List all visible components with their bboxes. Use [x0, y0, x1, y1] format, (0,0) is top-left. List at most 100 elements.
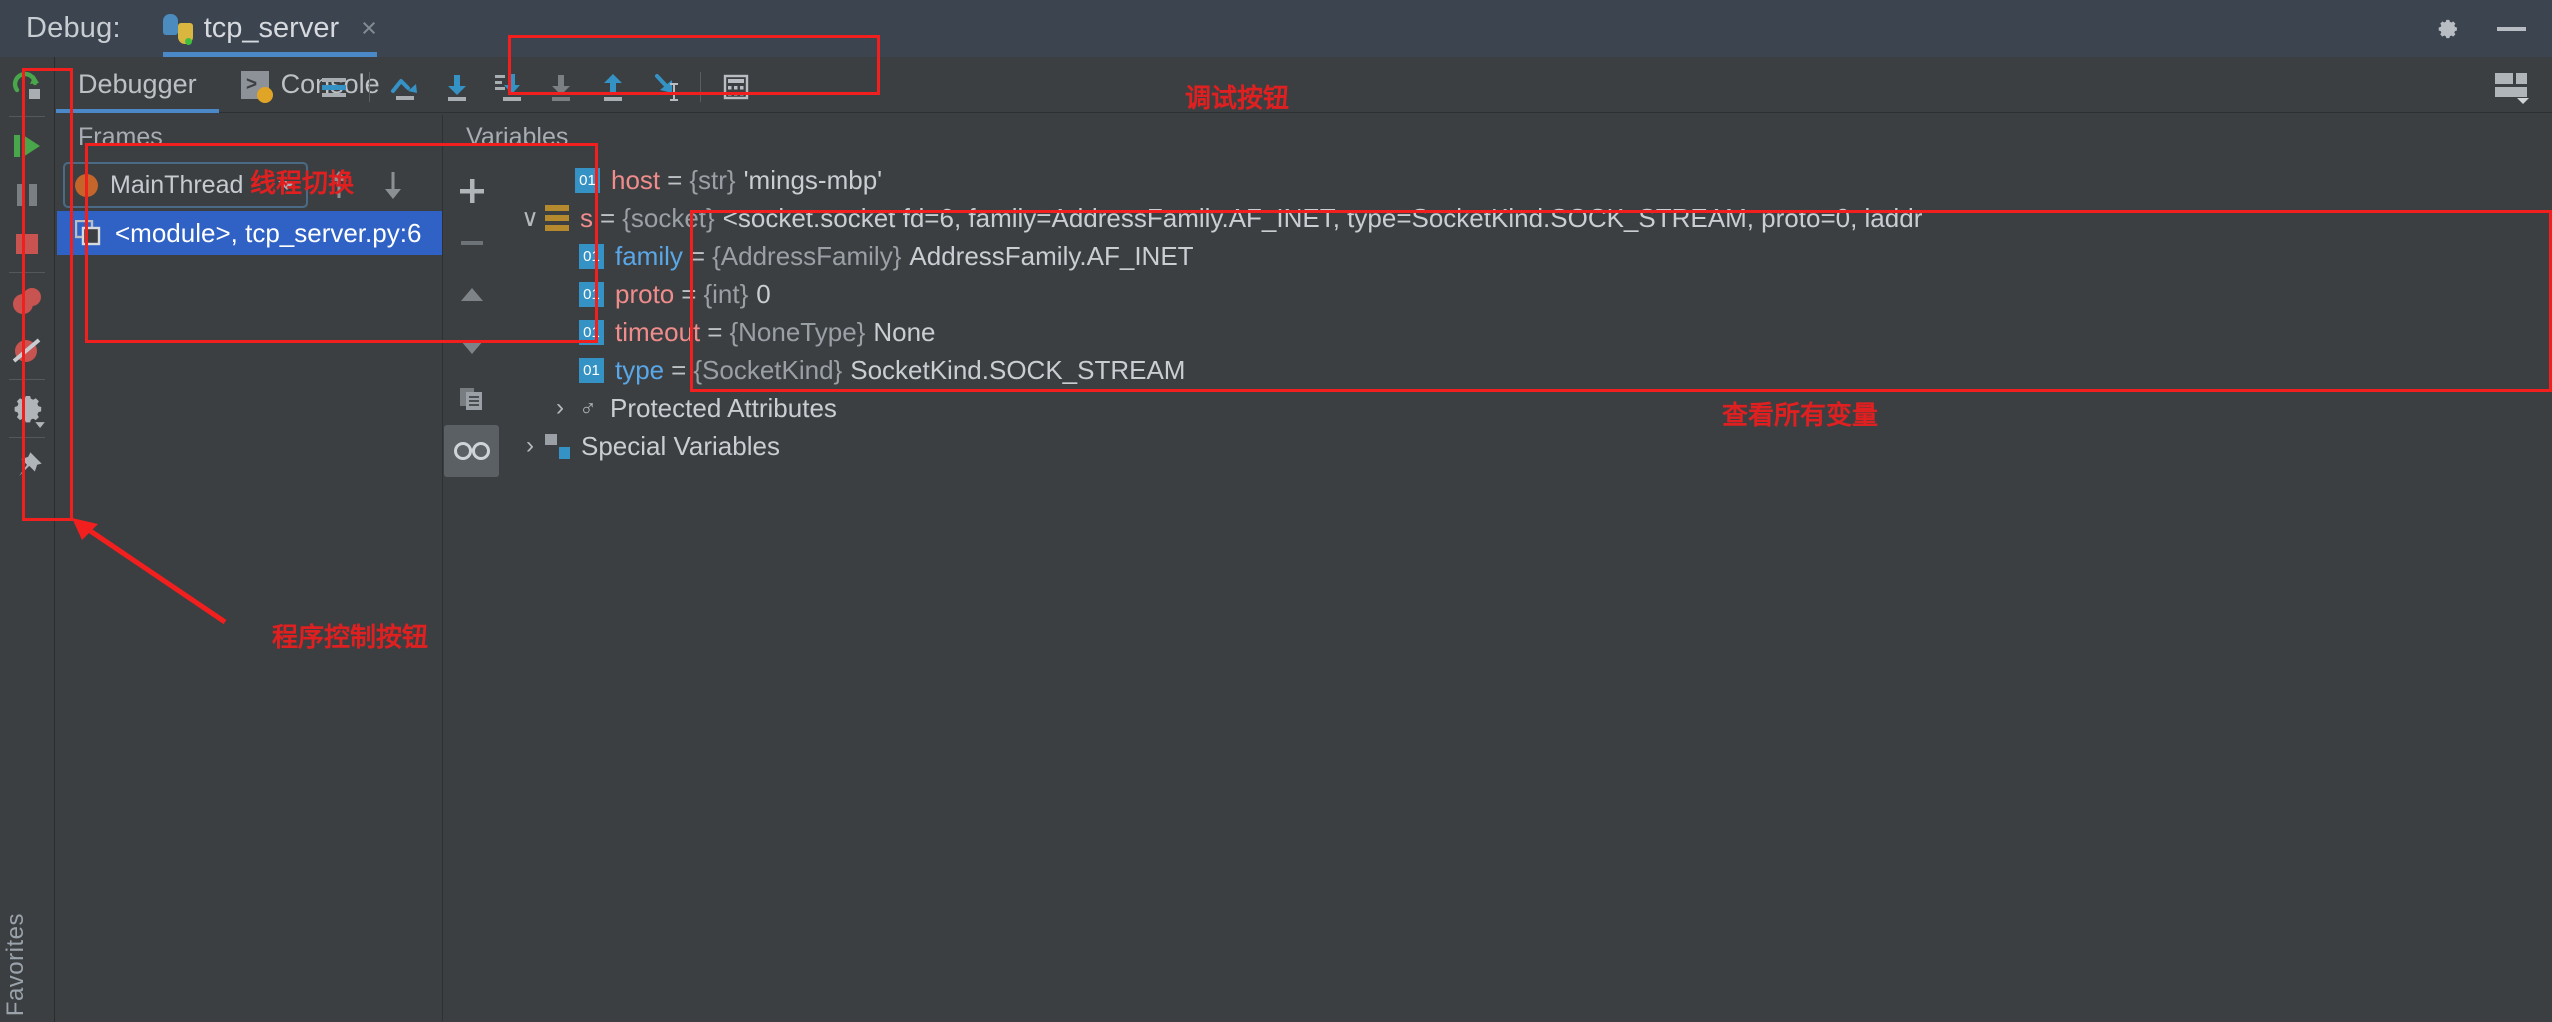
tab-debugger[interactable]: Debugger: [56, 57, 219, 113]
view-breakpoints-button[interactable]: [0, 277, 55, 326]
variables-panel: Variables: [444, 115, 2552, 1021]
variable-row-proto[interactable]: 01 proto = {int} 0: [499, 275, 2552, 313]
remove-watch-button[interactable]: [444, 217, 499, 269]
view-all-variables-annotation-label: 查看所有变量: [1722, 395, 1878, 432]
toolbar-divider: [9, 437, 45, 438]
add-watch-button[interactable]: [444, 165, 499, 217]
equals-sign: =: [671, 355, 686, 386]
minimize-icon[interactable]: [2497, 27, 2526, 31]
variable-name: family: [615, 241, 683, 272]
variable-name: s: [580, 203, 593, 234]
chevron-right-icon[interactable]: ›: [515, 432, 545, 460]
thread-name-label: MainThread: [110, 171, 266, 200]
step-out-button[interactable]: [587, 64, 639, 110]
frame-list-item[interactable]: <module>, tcp_server.py:6: [57, 211, 442, 255]
variable-group-label: Special Variables: [581, 431, 780, 462]
force-step-into-button[interactable]: [483, 64, 535, 110]
variable-row-timeout[interactable]: 01 timeout = {NoneType} None: [499, 313, 2552, 351]
pause-program-button[interactable]: [0, 170, 55, 219]
variable-value: <socket.socket fd=6, family=AddressFamil…: [723, 203, 1923, 234]
gear-icon[interactable]: [2433, 15, 2461, 43]
variable-type: {int}: [703, 279, 748, 310]
variables-title: Variables: [444, 115, 2552, 159]
equals-sign: =: [600, 203, 615, 234]
pycharm-debug-window: Debug: tcp_server ×: [0, 0, 2552, 1022]
variable-type: {SocketKind}: [693, 355, 842, 386]
variable-type: {str}: [689, 165, 735, 196]
equals-sign: =: [690, 241, 705, 272]
variable-badge-icon: 01: [575, 168, 600, 193]
debug-label: Debug:: [26, 12, 121, 45]
variable-row-s[interactable]: ∨ s = {socket} <socket.socket fd=6, fami…: [499, 199, 2552, 237]
variable-badge-icon: 01: [579, 244, 604, 269]
equals-sign: =: [667, 165, 682, 196]
move-down-button[interactable]: [444, 321, 499, 373]
equals-sign: =: [707, 317, 722, 348]
variable-badge-icon: 01: [579, 320, 604, 345]
variable-name: type: [615, 355, 664, 386]
step-over-button[interactable]: [379, 64, 431, 110]
copy-icon[interactable]: [444, 373, 499, 425]
run-config-name: tcp_server: [204, 12, 339, 45]
chevron-down-icon[interactable]: ∨: [515, 204, 545, 233]
variable-row-type[interactable]: 01 type = {SocketKind} SocketKind.SOCK_S…: [499, 351, 2552, 389]
variable-value: 0: [756, 279, 770, 310]
program-control-annotation-label: 程序控制按钮: [272, 617, 428, 654]
toolbar-divider: [369, 72, 370, 102]
mute-breakpoints-button[interactable]: [0, 326, 55, 375]
variable-value: 'mings-mbp': [744, 165, 883, 196]
toolbar-divider: [9, 379, 45, 380]
variable-name: timeout: [615, 317, 700, 348]
frame-down-button[interactable]: [370, 162, 416, 208]
step-into-my-code-button[interactable]: [535, 64, 587, 110]
variable-type: {socket}: [622, 203, 715, 234]
toolbar-divider: [700, 72, 701, 102]
frames-panel: Frames MainThread: [57, 115, 443, 1021]
variable-value: None: [873, 317, 935, 348]
variable-row-family[interactable]: 01 family = {AddressFamily} AddressFamil…: [499, 237, 2552, 275]
variable-type: {NoneType}: [729, 317, 865, 348]
debug-content: Debugger > Console: [56, 57, 2552, 1022]
program-control-toolbar: Favorites: [0, 57, 55, 1022]
close-icon[interactable]: ×: [361, 13, 377, 44]
variables-body: 01 host = {str} 'mings-mbp' ∨ s = {socke…: [444, 159, 2552, 477]
show-execution-point-button[interactable]: [308, 64, 360, 110]
variable-row-host[interactable]: 01 host = {str} 'mings-mbp': [499, 161, 2552, 199]
variable-type: {AddressFamily}: [712, 241, 901, 272]
toolbar-divider: [9, 116, 45, 117]
variable-badge-icon: 01: [579, 358, 604, 383]
key-icon: ♂: [575, 395, 601, 422]
run-to-cursor-button[interactable]: [639, 64, 691, 110]
step-into-button[interactable]: [431, 64, 483, 110]
variable-value: SocketKind.SOCK_STREAM: [850, 355, 1185, 386]
favorites-vertical-label[interactable]: Favorites: [2, 913, 30, 1016]
variable-name: host: [611, 165, 660, 196]
settings-button[interactable]: [0, 384, 55, 433]
pin-tab-button[interactable]: [0, 442, 55, 491]
debug-stepping-toolbar: [308, 64, 762, 110]
variables-tree: 01 host = {str} 'mings-mbp' ∨ s = {socke…: [499, 159, 2552, 477]
evaluate-expression-button[interactable]: [710, 64, 762, 110]
stop-program-button[interactable]: [0, 219, 55, 268]
variable-value: AddressFamily.AF_INET: [909, 241, 1193, 272]
run-configuration-tab[interactable]: tcp_server ×: [163, 0, 377, 57]
variable-name: proto: [615, 279, 674, 310]
variable-badge-icon: 01: [579, 282, 604, 307]
variable-group-label: Protected Attributes: [610, 393, 837, 424]
debug-tabs-row: Debugger > Console: [56, 57, 2552, 113]
frame-icon: [75, 220, 101, 246]
chevron-right-icon[interactable]: ›: [545, 394, 575, 422]
variable-group-protected-attributes[interactable]: › ♂ Protected Attributes: [499, 389, 2552, 427]
toolbar-divider: [9, 272, 45, 273]
move-up-button[interactable]: [444, 269, 499, 321]
variable-group-special-variables[interactable]: › Special Variables: [499, 427, 2552, 465]
title-bar: Debug: tcp_server ×: [0, 0, 2552, 57]
rerun-button[interactable]: [0, 63, 55, 112]
resume-program-button[interactable]: [0, 121, 55, 170]
tab-debugger-label: Debugger: [78, 69, 197, 100]
variables-toolbar: [444, 159, 499, 477]
glasses-icon[interactable]: [444, 425, 499, 477]
equals-sign: =: [681, 279, 696, 310]
thread-switch-annotation-label: 线程切换: [250, 163, 354, 200]
layout-settings-icon[interactable]: [2494, 71, 2534, 105]
